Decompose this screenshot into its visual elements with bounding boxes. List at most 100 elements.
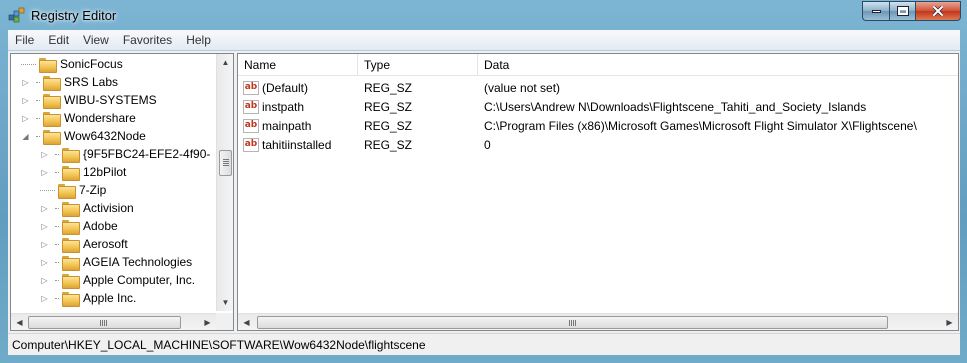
collapse-arrow-icon[interactable]: ◢: [21, 132, 30, 141]
expand-arrow-icon[interactable]: ▷: [40, 150, 49, 159]
scroll-left-icon[interactable]: ◀: [238, 314, 255, 331]
folder-icon: [62, 147, 80, 163]
tree-item-label: Apple Computer, Inc.: [83, 273, 196, 287]
grip-icon: [223, 159, 229, 167]
tree-connector: [36, 99, 40, 101]
expand-arrow-icon[interactable]: ▷: [40, 276, 49, 285]
expand-arrow-icon[interactable]: ▷: [21, 96, 30, 105]
scroll-down-icon[interactable]: ▼: [217, 294, 234, 311]
tree-item[interactable]: ▷ 12bPilot: [40, 163, 126, 181]
tree-item[interactable]: ▷ WIBU-SYSTEMS: [21, 91, 157, 109]
tree-item[interactable]: 7-Zip: [40, 181, 106, 199]
registry-editor-icon: [8, 7, 25, 23]
maximize-icon: [896, 6, 909, 16]
title-bar[interactable]: Registry Editor: [0, 0, 967, 30]
tree-item[interactable]: SonicFocus: [21, 55, 123, 73]
tree-vertical-scrollbar[interactable]: ▲ ▼: [216, 54, 233, 311]
client-area: SonicFocus ▷ SRS Labs ▷ WIBU-SYSTEMS ▷ Wonders…: [8, 51, 960, 333]
value-data-cell: C:\Program Files (x86)\Microsoft Games\M…: [484, 118, 917, 133]
registry-editor-window: Registry Editor File Edit View Favorites…: [0, 0, 967, 363]
menu-bar: File Edit View Favorites Help: [8, 30, 960, 51]
tree-item-label: Aerosoft: [83, 237, 128, 251]
value-name: mainpath: [262, 118, 312, 133]
folder-icon: [43, 75, 61, 91]
expand-arrow-icon[interactable]: ▷: [40, 168, 49, 177]
tree-item[interactable]: ▷ {9F5FBC24-EFE2-4f90-: [40, 145, 210, 163]
list-header: Name Type Data: [238, 54, 958, 76]
value-name: tahitiinstalled: [262, 137, 332, 152]
menu-favorites[interactable]: Favorites: [116, 30, 179, 51]
value-name-cell: ab (Default): [238, 80, 358, 95]
tree-connector: [55, 171, 59, 173]
folder-icon: [62, 219, 80, 235]
tree-item-label: Activision: [83, 201, 134, 215]
key-tree-pane[interactable]: SonicFocus ▷ SRS Labs ▷ WIBU-SYSTEMS ▷ Wonders…: [10, 53, 234, 331]
list-row[interactable]: ab mainpath REG_SZ C:\Program Files (x86)\M…: [238, 116, 958, 135]
tree-item-label: AGEIA Technologies: [83, 255, 193, 269]
minimize-button[interactable]: [862, 1, 889, 21]
string-value-icon: ab: [243, 118, 259, 133]
tree-item[interactable]: ▷ Apple Computer, Inc.: [40, 271, 195, 289]
list-row[interactable]: ab instpath REG_SZ C:\Users\Andrew N\Downlo…: [238, 97, 958, 116]
tree-item[interactable]: ◢ Wow6432Node: [21, 127, 146, 145]
grip-icon: [569, 320, 577, 326]
scroll-left-icon[interactable]: ◀: [11, 314, 28, 331]
tree-connector: [55, 153, 59, 155]
scroll-up-icon[interactable]: ▲: [217, 54, 234, 71]
tree-item[interactable]: ▷ Wondershare: [21, 109, 136, 127]
column-header-type[interactable]: Type: [358, 54, 478, 76]
tree-item[interactable]: ▷ Apple Inc.: [40, 289, 136, 307]
values-list-pane[interactable]: Name Type Data ab (Default) REG_SZ (value n…: [237, 53, 959, 331]
expand-arrow-icon[interactable]: ▷: [40, 258, 49, 267]
value-data-cell: (value not set): [484, 80, 561, 95]
tree-item-label: Apple Inc.: [83, 291, 137, 305]
tree-item[interactable]: ▷ Adobe: [40, 217, 118, 235]
menu-help[interactable]: Help: [179, 30, 218, 51]
tree-hscroll-thumb[interactable]: [28, 316, 181, 329]
tree-item-label: WIBU-SYSTEMS: [64, 93, 157, 107]
expand-arrow-icon[interactable]: ▷: [21, 78, 30, 87]
folder-icon: [39, 57, 57, 73]
scroll-corner: [216, 313, 233, 330]
list-row[interactable]: ab (Default) REG_SZ (value not set): [238, 78, 958, 97]
maximize-button[interactable]: [889, 1, 915, 21]
value-name-cell: ab tahitiinstalled: [238, 137, 358, 152]
tree-connector: [55, 279, 59, 281]
expand-arrow-icon[interactable]: ▷: [40, 294, 49, 303]
expand-arrow-icon[interactable]: ▷: [40, 204, 49, 213]
tree-item[interactable]: ▷ SRS Labs: [21, 73, 118, 91]
tree-item[interactable]: ▷ AGEIA Technologies: [40, 253, 192, 271]
menu-edit[interactable]: Edit: [41, 30, 76, 51]
tree-horizontal-scrollbar[interactable]: ◀ ▶: [11, 313, 216, 330]
tree-item[interactable]: ▷ Activision: [40, 199, 134, 217]
column-header-data[interactable]: Data: [478, 54, 958, 76]
tree-connector: [55, 207, 59, 209]
expand-arrow-icon[interactable]: ▷: [40, 240, 49, 249]
value-name: instpath: [262, 99, 305, 114]
expand-arrow-icon[interactable]: ▷: [21, 114, 30, 123]
list-horizontal-scrollbar[interactable]: ◀ ▶: [238, 313, 958, 330]
tree-item-label: 12bPilot: [83, 165, 127, 179]
list-hscroll-thumb[interactable]: [257, 316, 888, 329]
menu-file[interactable]: File: [8, 30, 41, 51]
tree-scroll-thumb[interactable]: [219, 150, 232, 176]
list-row[interactable]: ab tahitiinstalled REG_SZ 0: [238, 135, 958, 154]
column-header-name[interactable]: Name: [238, 54, 358, 76]
tree-connector: [55, 225, 59, 227]
value-name-cell: ab mainpath: [238, 118, 358, 133]
value-type-cell: REG_SZ: [364, 118, 413, 133]
tree-connector: [36, 135, 40, 137]
scroll-right-icon[interactable]: ▶: [941, 314, 958, 331]
folder-icon: [62, 273, 80, 289]
tree-item[interactable]: ▷ Aerosoft: [40, 235, 128, 253]
value-type-cell: REG_SZ: [364, 99, 413, 114]
expand-arrow-icon[interactable]: ▷: [40, 222, 49, 231]
close-button[interactable]: [915, 1, 961, 21]
value-name: (Default): [262, 80, 309, 95]
tree-item-label: 7-Zip: [79, 183, 107, 197]
menu-view[interactable]: View: [76, 30, 116, 51]
tree-item-label: Adobe: [83, 219, 118, 233]
tree-connector: [55, 243, 59, 245]
grip-icon: [100, 320, 108, 326]
scroll-right-icon[interactable]: ▶: [199, 314, 216, 331]
